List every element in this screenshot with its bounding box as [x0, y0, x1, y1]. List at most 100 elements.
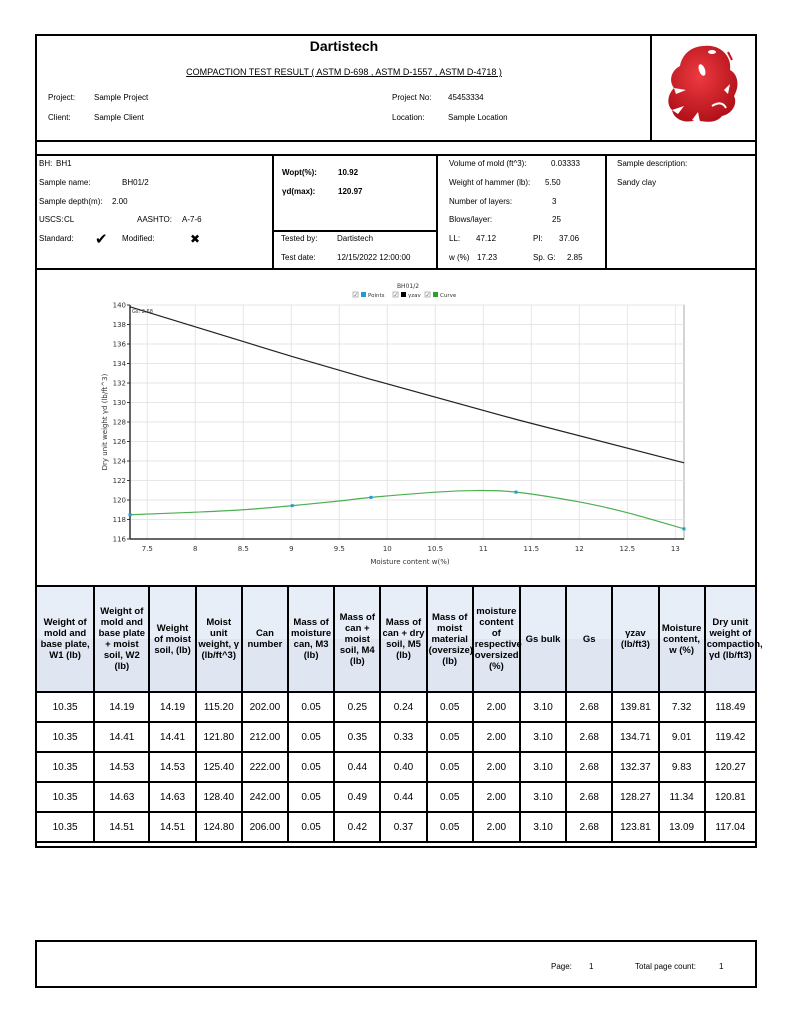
table-cell: 10.35	[34, 721, 96, 753]
x-axis-label: Moisture content w(%)	[370, 558, 449, 566]
table-cell: 2.00	[471, 691, 521, 723]
table-blank-row-2	[35, 843, 757, 848]
table-cell: 14.53	[148, 751, 197, 783]
table-cell: 10.35	[34, 691, 96, 723]
column-header: Weight of mold and base plate, W1 (lb)	[34, 585, 96, 693]
table-cell: 0.33	[379, 721, 428, 753]
table-cell: 128.27	[611, 781, 660, 813]
table-cell: 2.68	[565, 781, 614, 813]
x-tick-label: 12	[575, 545, 584, 553]
column-header: γzav (lb/ft3)	[611, 585, 660, 693]
table-cell: 0.49	[333, 781, 382, 813]
table-cell: 128.40	[194, 781, 243, 813]
table-cell: 0.05	[425, 721, 474, 753]
table-cell: 2.68	[565, 721, 614, 753]
table-cell: 2.00	[471, 781, 521, 813]
y-tick-label: 118	[113, 516, 126, 524]
table-cell: 10.35	[34, 751, 96, 783]
table-cell: 14.63	[148, 781, 197, 813]
table-cell: 0.05	[287, 691, 336, 723]
table-blank-row	[35, 831, 757, 843]
table-cell: 2.00	[471, 721, 521, 753]
table-cell: 0.05	[287, 781, 336, 813]
column-header: moisture content of respective oversized…	[471, 585, 522, 693]
legend-label: Points	[368, 293, 385, 299]
page-label: Page:	[551, 962, 572, 971]
y-tick-label: 138	[113, 321, 126, 329]
x-tick-label: 11.5	[524, 545, 540, 553]
x-tick-label: 10	[383, 545, 392, 553]
table-cell: 0.24	[379, 691, 428, 723]
table-cell: 121.80	[194, 721, 243, 753]
table-cell: 0.40	[379, 751, 428, 783]
table-cell: 118.49	[703, 691, 758, 723]
table-cell: 11.34	[657, 781, 706, 813]
x-tick-label: 10.5	[428, 545, 444, 553]
column-header: Weight of mold and base plate + moist so…	[93, 585, 151, 693]
legend-check-icon: ✓	[426, 293, 430, 299]
table-cell: 139.81	[611, 691, 660, 723]
table-cell: 2.68	[565, 691, 614, 723]
page-number: 1	[589, 962, 594, 971]
x-tick-label: 9.5	[334, 545, 345, 553]
legend-swatch	[361, 292, 366, 297]
y-tick-label: 122	[113, 477, 126, 485]
gs-annotation: Gs: 2.68	[132, 309, 153, 315]
total-page-label: Total page count:	[635, 962, 696, 971]
table-cell: 120.81	[703, 781, 758, 813]
table-cell: 2.68	[565, 751, 614, 783]
column-header: Gs	[565, 585, 614, 693]
y-tick-label: 116	[113, 536, 127, 544]
legend-check-icon: ✓	[394, 293, 398, 299]
table-cell: 10.35	[34, 781, 96, 813]
table-cell: 0.05	[425, 781, 474, 813]
table-cell: 0.05	[425, 691, 474, 723]
table-cell: 0.25	[333, 691, 382, 723]
page-footer: Page: 1 Total page count: 1	[35, 940, 757, 988]
y-tick-label: 128	[113, 419, 126, 427]
table-cell: 3.10	[518, 721, 568, 753]
table-cell: 134.71	[611, 721, 660, 753]
table-header-row: Weight of mold and base plate, W1 (lb) We…	[34, 585, 763, 693]
table-cell: 7.32	[657, 691, 706, 723]
table-cell: 14.41	[93, 721, 151, 753]
legend-label: Curve	[440, 293, 457, 299]
y-tick-label: 134	[113, 360, 127, 368]
column-header: Moisture content, w (%)	[657, 585, 706, 693]
y-tick-label: 132	[113, 380, 126, 388]
table-cell: 0.44	[379, 781, 428, 813]
x-tick-label: 7.5	[142, 545, 153, 553]
table-cell: 14.63	[93, 781, 151, 813]
table-cell: 242.00	[240, 781, 290, 813]
compaction-chart: 7.5 8 8.5 9 9.5 10 10.5 11 11.5 12 12.5 13 116 118 120…	[101, 283, 686, 566]
table-cell: 0.44	[333, 751, 382, 783]
chart-title: BH01/2	[397, 283, 419, 290]
column-header: Weight of moist soil, (lb)	[148, 585, 197, 693]
table-cell: 125.40	[194, 751, 243, 783]
data-point	[682, 527, 686, 531]
table-cell: 14.19	[148, 691, 197, 723]
table-cell: 115.20	[194, 691, 243, 723]
y-tick-label: 130	[113, 399, 126, 407]
data-point	[369, 495, 373, 499]
table-row: 10.35 14.53 14.53 125.40 222.00 0.05 0.44 0.40 0…	[34, 751, 758, 783]
table-cell: 9.01	[657, 721, 706, 753]
legend-swatch	[401, 292, 406, 297]
table-cell: 222.00	[240, 751, 290, 783]
x-tick-label: 12.5	[620, 545, 636, 553]
column-header: Gs bulk	[518, 585, 568, 693]
data-point	[514, 490, 518, 494]
x-tick-label: 11	[479, 545, 488, 553]
table-cell: 0.05	[287, 721, 336, 753]
table-cell: 0.05	[425, 751, 474, 783]
table-row: 10.35 14.63 14.63 128.40 242.00 0.05 0.49 0.44 0…	[34, 781, 758, 813]
table-cell: 212.00	[240, 721, 290, 753]
table-cell: 0.35	[333, 721, 382, 753]
table-cell: 119.42	[703, 721, 758, 753]
y-tick-label: 136	[113, 341, 127, 349]
y-tick-label: 126	[113, 438, 127, 446]
table-cell: 3.10	[518, 781, 568, 813]
column-header: Mass of can + dry soil, M5 (lb)	[379, 585, 428, 693]
table-cell: 9.83	[657, 751, 706, 783]
table-cell: 2.00	[471, 751, 521, 783]
